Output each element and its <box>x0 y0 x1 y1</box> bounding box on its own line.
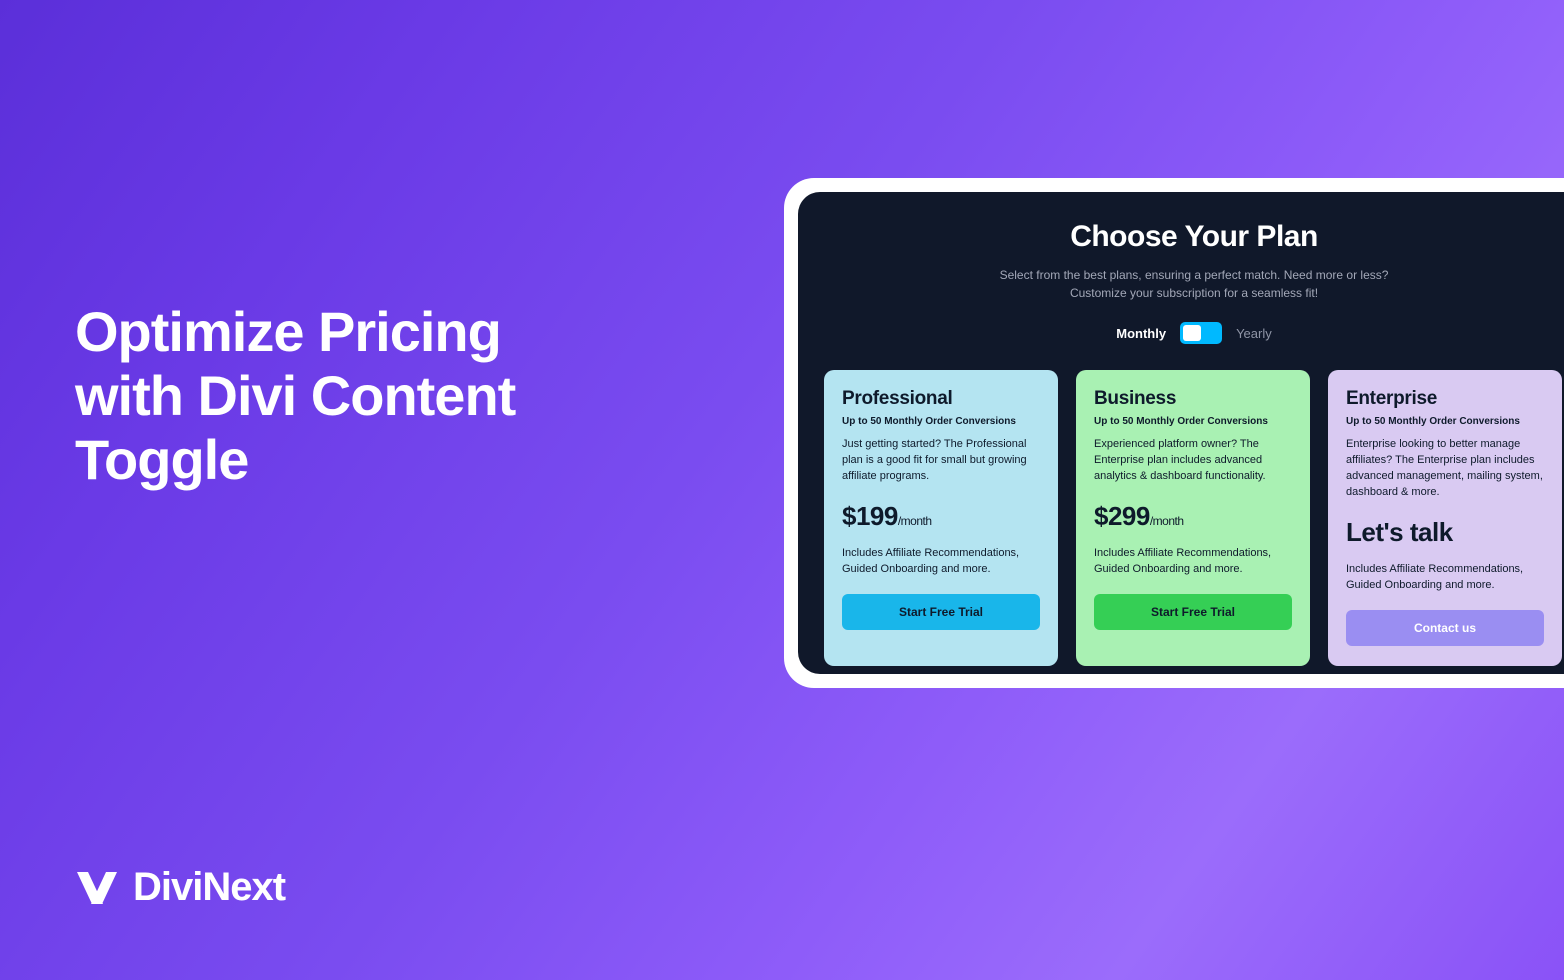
plan-card-business: Business Up to 50 Monthly Order Conversi… <box>1076 370 1310 666</box>
brand-logo: DiviNext <box>75 865 285 910</box>
billing-toggle[interactable] <box>1180 322 1222 344</box>
plan-price-period: /month <box>898 514 932 528</box>
plan-description: Experienced platform owner? The Enterpri… <box>1094 437 1292 485</box>
plan-tagline: Up to 50 Monthly Order Conversions <box>1094 416 1292 427</box>
plan-includes: Includes Affiliate Recommendations, Guid… <box>1094 546 1292 578</box>
contact-us-button[interactable]: Contact us <box>1346 610 1544 646</box>
hero-title: Optimize Pricing with Divi Content Toggl… <box>75 300 615 491</box>
pricing-heading: Choose Your Plan <box>1070 220 1318 254</box>
plan-includes: Includes Affiliate Recommendations, Guid… <box>1346 562 1544 594</box>
plan-card-professional: Professional Up to 50 Monthly Order Conv… <box>824 370 1058 666</box>
pricing-preview-frame: Choose Your Plan Select from the best pl… <box>784 178 1564 688</box>
plan-price-amount: $199 <box>842 501 898 531</box>
toggle-label-monthly[interactable]: Monthly <box>1116 326 1166 341</box>
billing-toggle-row: Monthly Yearly <box>1116 322 1271 344</box>
toggle-knob <box>1183 325 1201 341</box>
plan-title: Business <box>1094 388 1292 410</box>
plan-title: Professional <box>842 388 1040 410</box>
plan-description: Enterprise looking to better manage affi… <box>1346 437 1544 501</box>
plan-title: Enterprise <box>1346 388 1544 410</box>
plan-card-enterprise: Enterprise Up to 50 Monthly Order Conver… <box>1328 370 1562 666</box>
plan-price-amount: Let's talk <box>1346 517 1453 547</box>
plan-price-amount: $299 <box>1094 501 1150 531</box>
start-free-trial-button[interactable]: Start Free Trial <box>842 594 1040 630</box>
pricing-subheading: Select from the best plans, ensuring a p… <box>994 266 1394 302</box>
plan-price: $299/month <box>1094 501 1292 532</box>
toggle-label-yearly[interactable]: Yearly <box>1236 326 1272 341</box>
plan-description: Just getting started? The Professional p… <box>842 437 1040 485</box>
brand-mark-icon <box>75 866 119 910</box>
start-free-trial-button[interactable]: Start Free Trial <box>1094 594 1292 630</box>
plan-includes: Includes Affiliate Recommendations, Guid… <box>842 546 1040 578</box>
plan-price-period: /month <box>1150 514 1184 528</box>
plan-tagline: Up to 50 Monthly Order Conversions <box>842 416 1040 427</box>
plan-price: $199/month <box>842 501 1040 532</box>
pricing-cards: Professional Up to 50 Monthly Order Conv… <box>824 370 1564 666</box>
plan-price: Let's talk <box>1346 517 1544 548</box>
pricing-panel: Choose Your Plan Select from the best pl… <box>798 192 1564 674</box>
plan-tagline: Up to 50 Monthly Order Conversions <box>1346 416 1544 427</box>
brand-name: DiviNext <box>133 865 285 910</box>
